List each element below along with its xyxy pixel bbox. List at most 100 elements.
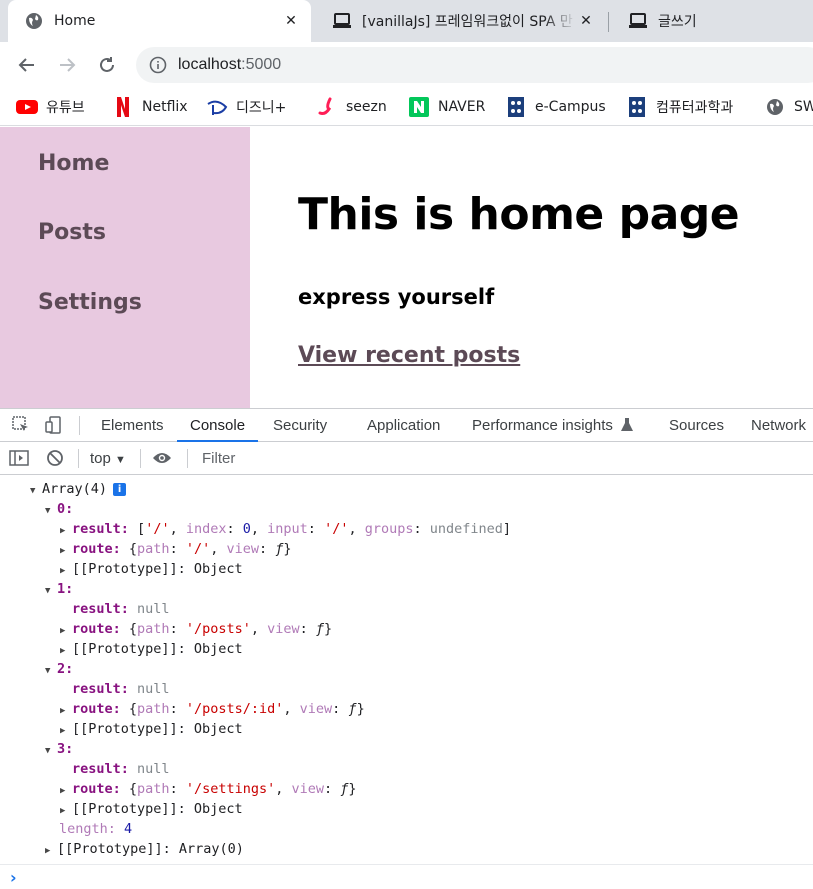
tab-strip: Home ✕ [vanillaJs] 프레임워크없이 SPA 만 ✕ 글쓰기 [0,0,813,42]
console-filter-input[interactable] [196,446,813,471]
entry-index: 2: [57,661,74,677]
entry-1-route[interactable]: ▶ route: {path: '/posts', view: ƒ} [60,619,332,639]
route-path: '/' [185,541,211,557]
expand-triangle-icon[interactable]: ▶ [60,801,72,821]
nav-link-settings[interactable]: Settings [38,290,142,315]
expand-triangle-icon[interactable]: ▶ [45,841,57,861]
result-value: null [137,761,170,777]
browser-tab-write[interactable]: 글쓰기 [612,0,812,42]
netflix-icon [112,96,134,118]
devtools-tab-application[interactable]: Application [367,409,440,442]
entry-2-prototype[interactable]: ▶ [[Prototype]]: Object [60,719,243,739]
entry-0-route[interactable]: ▶ route: {path: '/', view: ƒ} [60,539,292,559]
reload-icon[interactable] [93,51,121,79]
devtools-tab-security[interactable]: Security [273,409,327,442]
close-tab-icon[interactable]: ✕ [576,11,596,31]
array-root-prototype[interactable]: ▶ [[Prototype]]: Array(0) [45,839,244,859]
expand-triangle-icon[interactable]: ▶ [60,561,72,581]
page-sidebar: Home Posts Settings [0,127,250,408]
bookmark-label: 컴퓨터과학과 [656,100,734,116]
clear-console-icon[interactable] [45,448,65,468]
entry-1-result: result: null [72,599,170,619]
expand-triangle-icon[interactable]: ▶ [60,521,72,541]
prototype-label: [[Prototype]]: Object [72,561,243,577]
browser-tab-home[interactable]: Home ✕ [8,0,311,42]
devtools-tab-elements[interactable]: Elements [101,409,164,442]
array-entry-2[interactable]: ▼ 2: [45,659,73,679]
forward-arrow-icon[interactable] [53,51,81,79]
console-prompt-row[interactable]: › [0,864,813,889]
array-entry-3[interactable]: ▼ 3: [45,739,73,759]
result-key: result: [72,601,129,617]
expand-triangle-icon[interactable]: ▶ [60,701,72,721]
bookmark-cs-dept[interactable]: 컴퓨터과학과 [626,95,733,119]
array-entry-1[interactable]: ▼ 1: [45,579,73,599]
browser-tab-vanillajs[interactable]: [vanillaJs] 프레임워크없이 SPA 만 ✕ [316,0,606,42]
entry-3-prototype[interactable]: ▶ [[Prototype]]: Object [60,799,243,819]
site-info-icon[interactable] [148,55,168,75]
expand-triangle-icon[interactable]: ▼ [30,481,42,501]
show-sidebar-icon[interactable] [9,448,29,468]
page-viewport: Home Posts Settings This is home page ex… [0,127,813,408]
nav-link-posts[interactable]: Posts [38,220,106,245]
bookmark-naver[interactable]: NAVER [408,95,485,119]
expand-triangle-icon[interactable]: ▶ [60,781,72,801]
expand-triangle-icon[interactable]: ▼ [45,501,57,521]
bookmark-sw[interactable]: SW [764,95,813,119]
prototype-label: [[Prototype]]: Array(0) [57,841,244,857]
page-heading: This is home page [298,189,740,240]
result-value: null [137,681,170,697]
nav-link-home[interactable]: Home [38,151,109,176]
url-port: :5000 [241,56,282,73]
array-root-label: Array(4) [42,481,108,497]
prototype-label: [[Prototype]]: Object [72,641,243,657]
entry-3-route[interactable]: ▶ route: {path: '/settings', view: ƒ} [60,779,357,799]
expand-triangle-icon[interactable]: ▶ [60,621,72,641]
expand-triangle-icon[interactable]: ▼ [45,581,57,601]
array-entry-0[interactable]: ▼ 0: [45,499,73,519]
inspect-element-icon[interactable] [11,415,31,435]
result-key: result: [72,521,129,537]
route-key: route: [72,701,121,717]
devtools-tab-sources[interactable]: Sources [669,409,724,442]
array-root-row[interactable]: ▼ Array(4) i [30,479,127,501]
context-value: top [90,450,111,467]
entry-2-route[interactable]: ▶ route: {path: '/posts/:id', view: ƒ} [60,699,365,719]
expand-triangle-icon[interactable]: ▼ [45,661,57,681]
seezn-icon [316,96,338,118]
info-icon[interactable]: i [113,483,127,496]
entry-1-prototype[interactable]: ▶ [[Prototype]]: Object [60,639,243,659]
devtools-tab-network[interactable]: Network [751,409,806,442]
result-key: result: [72,761,129,777]
expand-triangle-icon[interactable]: ▶ [60,541,72,561]
entry-index: 1: [57,581,74,597]
execution-context-select[interactable]: top ▼ [90,450,126,467]
entry-0-result[interactable]: ▶ result: ['/', index: 0, input: '/', gro… [60,519,511,539]
back-arrow-icon[interactable] [13,51,41,79]
tab-label: Performance insights [472,417,613,434]
view-recent-posts-link[interactable]: View recent posts [298,343,520,368]
route-key: route: [72,781,121,797]
expand-triangle-icon[interactable]: ▶ [60,641,72,661]
address-bar[interactable]: localhost:5000 [136,47,813,83]
devtools-tab-console[interactable]: Console [177,409,259,442]
bookmark-ecampus[interactable]: e-Campus [505,95,606,119]
prototype-label: [[Prototype]]: Object [72,801,243,817]
devtools-tab-performance-insights[interactable]: Performance insights [472,409,634,442]
expand-triangle-icon[interactable]: ▶ [60,721,72,741]
device-toolbar-icon[interactable] [44,415,64,435]
bookmark-seezn[interactable]: seezn [316,95,387,119]
close-tab-icon[interactable]: ✕ [281,11,301,31]
bookmark-youtube[interactable]: 유튜브 [16,95,85,119]
route-path: '/posts/:id' [185,701,284,717]
expand-triangle-icon[interactable]: ▼ [45,741,57,761]
bookmark-disney[interactable]: 디즈니+ [206,95,286,119]
toolbar-divider [187,449,188,468]
university-icon [626,96,648,118]
length-key: length: [59,821,116,837]
bookmark-netflix[interactable]: Netflix [112,95,188,119]
live-expression-eye-icon[interactable] [152,448,172,468]
naver-icon [408,96,430,118]
browser-toolbar: localhost:5000 [0,42,813,88]
entry-0-prototype[interactable]: ▶ [[Prototype]]: Object [60,559,243,579]
